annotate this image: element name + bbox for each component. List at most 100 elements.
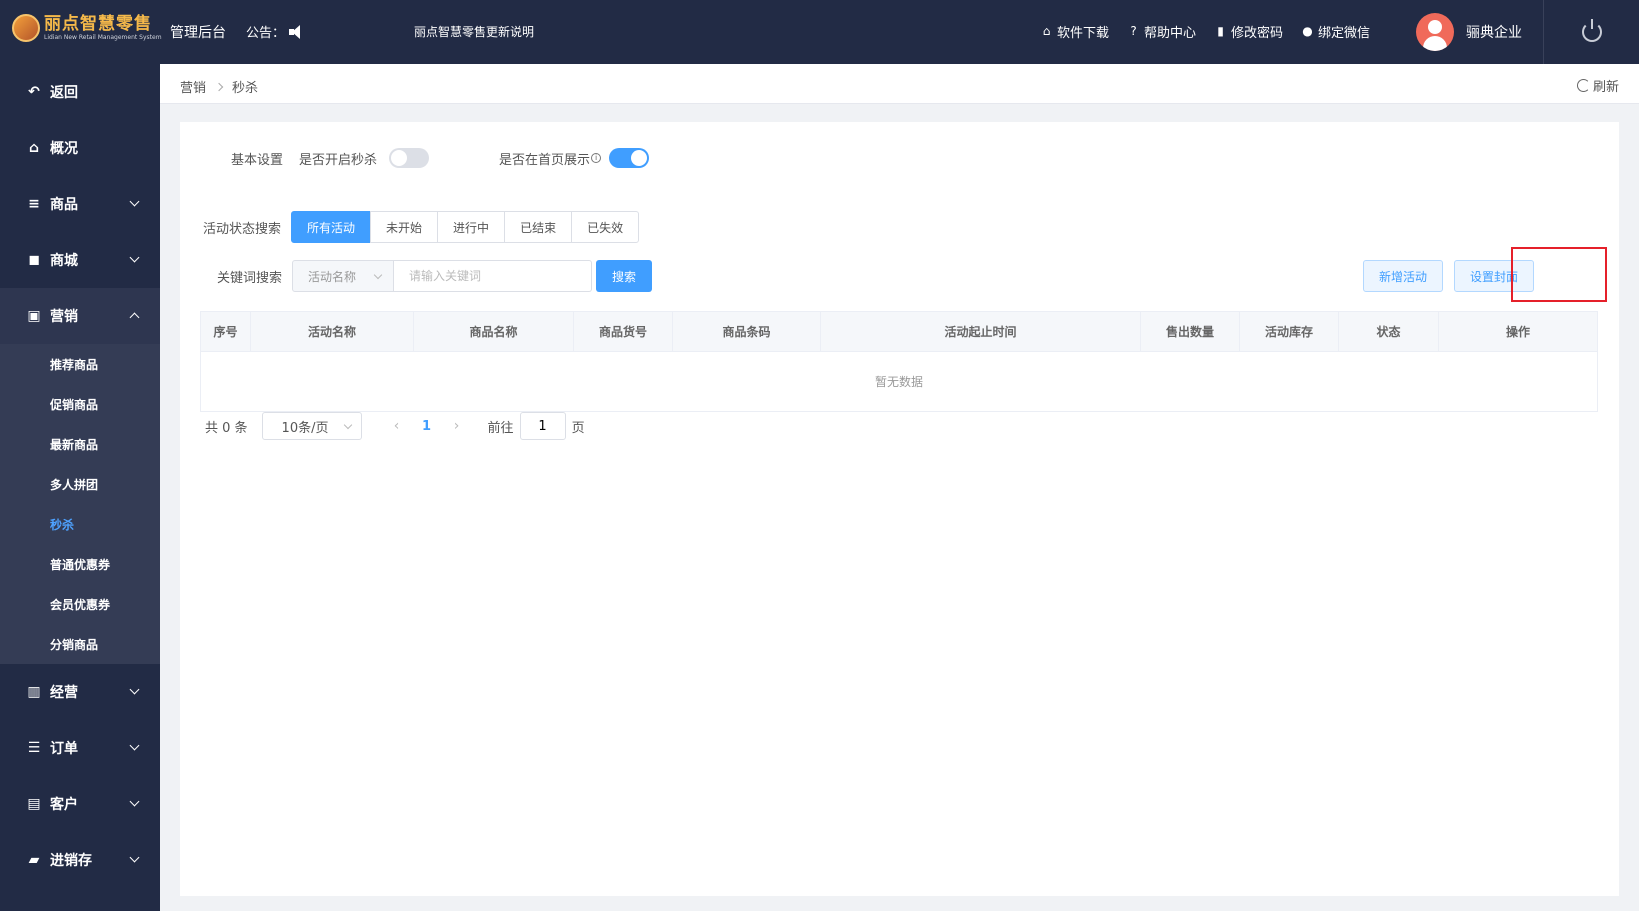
info-icon[interactable]: i [591, 153, 602, 163]
sidebar-item-marketing[interactable]: ▣ 营销 [0, 288, 160, 344]
sidebar-subitem-active[interactable]: 秒杀 [0, 504, 160, 544]
notice-news-link[interactable]: 丽点智慧零售更新说明 [414, 23, 534, 40]
total-count: 共 0 条 [205, 420, 248, 436]
highlight-box [1511, 247, 1607, 302]
search-button[interactable]: 搜索 [596, 260, 653, 292]
column-header: 商品条码 [673, 312, 821, 351]
column-header: 售出数量 [1141, 312, 1240, 351]
company-name[interactable]: 骊典企业 [1466, 22, 1522, 42]
gift-icon: ▣ [27, 308, 41, 324]
column-header: 活动库存 [1240, 312, 1339, 351]
prev-page-icon[interactable]: ‹ [382, 418, 412, 434]
status-option-ended[interactable]: 已结束 [504, 211, 573, 243]
add-activity-button[interactable]: 新增活动 [1363, 260, 1444, 292]
wechat-icon: ● [1302, 24, 1313, 38]
basic-settings-row: 基本设置 是否开启秒杀 是否在首页展示 i [231, 148, 650, 168]
refresh-icon [1576, 79, 1590, 92]
chevron-up-icon [129, 312, 140, 323]
goto-page-input[interactable] [519, 412, 566, 440]
enable-seckill-label: 是否开启秒杀 [299, 152, 378, 168]
sidebar-item-orders[interactable]: ☰ 订单 [0, 720, 160, 776]
power-icon [1581, 19, 1602, 42]
chevron-down-icon [129, 196, 140, 207]
breadcrumb: 营销 秒杀 [180, 77, 258, 96]
column-header: 活动起止时间 [821, 312, 1141, 351]
list-icon: ☰ [27, 740, 41, 756]
sidebar-item-goods[interactable]: ≡ 商品 [0, 176, 160, 232]
breadcrumb-item[interactable]: 营销 [180, 77, 206, 96]
bind-wechat-link[interactable]: ● 绑定微信 [1301, 22, 1370, 42]
sidebar-subitem[interactable]: 推荐商品 [0, 344, 160, 384]
sidebar-subitem[interactable]: 促销商品 [0, 384, 160, 424]
admin-label[interactable]: 管理后台 [170, 22, 226, 42]
speaker-icon [289, 24, 305, 39]
keyword-input[interactable] [394, 260, 593, 292]
empty-state: 暂无数据 [874, 375, 923, 389]
status-option-all[interactable]: 所有活动 [291, 211, 372, 243]
help-center-link[interactable]: ? 帮助中心 [1127, 22, 1196, 42]
sidebar-item-overview[interactable]: ⌂ 概况 [0, 120, 160, 176]
sidebar-subitem[interactable]: 分销商品 [0, 624, 160, 664]
seckill-table: 序号 活动名称 商品名称 商品货号 商品条码 活动起止时间 售出数量 活动库存 … [200, 311, 1598, 412]
chevron-down-icon [373, 270, 383, 280]
logo[interactable]: 丽点智慧零售 Lidian New Retail Management Syst… [12, 14, 162, 42]
change-password-link[interactable]: ▮ 修改密码 [1214, 22, 1283, 42]
menu-icon: ≡ [28, 196, 40, 212]
basic-settings-label: 基本设置 [231, 152, 284, 168]
logout-button[interactable] [1543, 0, 1639, 64]
sidebar-item-operation[interactable]: ▥ 经营 [0, 664, 160, 720]
logo-subtitle: Lidian New Retail Management System [44, 34, 162, 41]
table-header: 序号 活动名称 商品名称 商品货号 商品条码 活动起止时间 售出数量 活动库存 … [201, 312, 1597, 352]
goto-label: 前往 [487, 420, 514, 436]
chevron-right-icon [214, 82, 224, 91]
sidebar-item-customers[interactable]: ▤ 客户 [0, 776, 160, 832]
status-option-expired[interactable]: 已失效 [571, 211, 640, 243]
chevron-down-icon [129, 740, 140, 751]
chevron-down-icon [129, 684, 140, 695]
page-number-current[interactable]: 1 [412, 419, 442, 434]
breadcrumb-item-current: 秒杀 [232, 81, 259, 96]
home-icon: ⌂ [28, 140, 40, 156]
status-option-in-progress[interactable]: 进行中 [437, 211, 506, 243]
top-links: ⌂ 软件下载 ? 帮助中心 ▮ 修改密码 ● 绑定微信 [1040, 22, 1370, 42]
column-header: 状态 [1339, 312, 1439, 351]
avatar[interactable] [1416, 13, 1454, 51]
enable-seckill-switch[interactable] [389, 148, 430, 168]
sidebar-subitem[interactable]: 会员优惠券 [0, 584, 160, 624]
sidebar: ↶ 返回 ⌂ 概况 ≡ 商品 ◼ 商城 ▣ 营销 推荐商品 促销商品 最新商品 … [0, 64, 160, 911]
sidebar-item-mall[interactable]: ◼ 商城 [0, 232, 160, 288]
sidebar-item-back[interactable]: ↶ 返回 [0, 64, 160, 120]
sidebar-subitem[interactable]: 普通优惠券 [0, 544, 160, 584]
software-download-link[interactable]: ⌂ 软件下载 [1040, 22, 1109, 42]
bar-chart-icon: ▥ [27, 684, 41, 700]
back-arrow-icon: ↶ [28, 84, 40, 100]
refresh-button[interactable]: 刷新 [1576, 76, 1619, 95]
status-option-not-started[interactable]: 未开始 [370, 211, 439, 243]
store-icon: ⌂ [1042, 24, 1051, 38]
home-display-label: 是否在首页展示 [499, 152, 591, 168]
truck-icon: ▰ [28, 852, 40, 868]
column-header: 商品货号 [574, 312, 673, 351]
notice[interactable]: 公告： [246, 22, 305, 41]
search-field-select[interactable]: 活动名称 [292, 260, 395, 292]
breadcrumb-bar: 营销 秒杀 刷新 [160, 64, 1639, 104]
id-card-icon: ▤ [27, 796, 41, 812]
shopping-bag-icon: ◼ [28, 252, 40, 268]
home-display-switch[interactable] [609, 148, 650, 168]
column-header: 序号 [201, 312, 251, 351]
keyword-search-row: 关键词搜索 活动名称 搜索 [217, 260, 653, 292]
sidebar-item-inventory[interactable]: ▰ 进销存 [0, 832, 160, 888]
status-filter-row: 活动状态搜索 所有活动 未开始 进行中 已结束 已失效 [203, 211, 640, 243]
sidebar-subitem[interactable]: 多人拼团 [0, 464, 160, 504]
chevron-down-icon [343, 420, 352, 430]
main-panel: 基本设置 是否开启秒杀 是否在首页展示 i 活动状态搜索 所有活动 未开始 进行… [180, 122, 1619, 896]
logo-mark [12, 14, 40, 42]
chevron-down-icon [129, 252, 140, 263]
sidebar-subitem[interactable]: 最新商品 [0, 424, 160, 464]
help-icon: ? [1130, 24, 1137, 38]
page-size-select[interactable]: 10条/页 [261, 412, 362, 440]
next-page-icon[interactable]: › [442, 418, 472, 434]
column-header: 商品名称 [414, 312, 574, 351]
keyword-search-label: 关键词搜索 [217, 270, 283, 286]
thermometer-icon: ▮ [1217, 24, 1224, 38]
